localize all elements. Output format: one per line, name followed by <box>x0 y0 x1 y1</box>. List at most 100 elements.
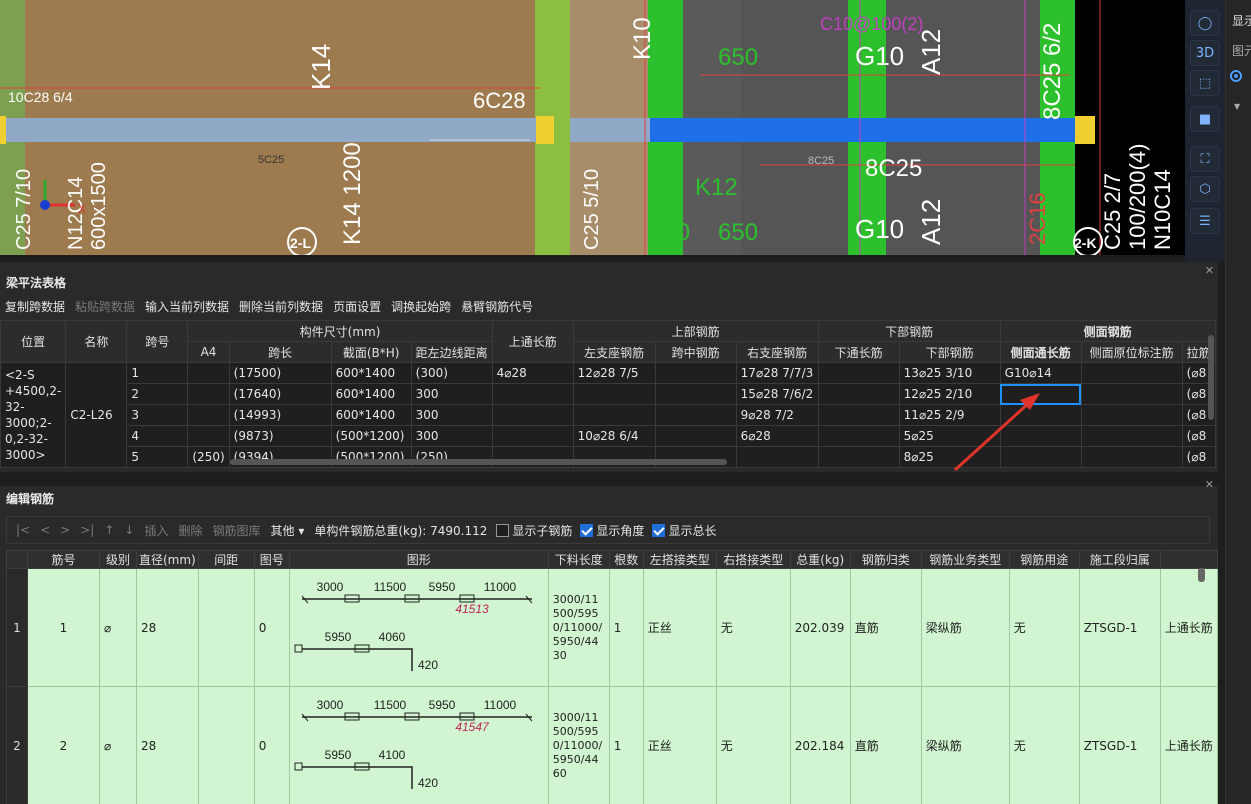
display-radio[interactable] <box>1230 70 1242 82</box>
page-setup-button[interactable]: 页面设置 <box>328 298 386 316</box>
name-cell[interactable]: C2-L26 <box>65 362 128 468</box>
col-bottom-through[interactable]: 下通长筋 <box>817 341 900 363</box>
paste-span-button[interactable]: 粘贴跨数据 <box>70 298 140 316</box>
cell-top-through[interactable] <box>491 404 574 426</box>
cell-side-local[interactable] <box>1080 362 1183 384</box>
delete-column-button[interactable]: 删除当前列数据 <box>234 298 328 316</box>
move-down-button[interactable]: ↓ <box>119 523 139 537</box>
rebar-col-header[interactable]: 钢筋用途 <box>1008 550 1080 569</box>
cell-a4[interactable]: (250) <box>187 446 230 468</box>
rebar-col-header[interactable]: 直径(mm) <box>136 550 199 569</box>
cell-side-local[interactable] <box>1080 404 1183 426</box>
cell-bottom[interactable]: 13⌀25 3/10 <box>898 362 1001 384</box>
vertical-scrollbar[interactable] <box>1198 568 1205 582</box>
first-button[interactable]: |< <box>11 523 35 537</box>
row-number[interactable]: 2 <box>6 686 28 804</box>
cell-a4[interactable] <box>187 362 230 384</box>
checkbox-box[interactable] <box>652 523 666 537</box>
cell-side-through[interactable] <box>999 383 1082 405</box>
cell-span-len[interactable]: (17640) <box>228 383 332 405</box>
cell-bottom-through[interactable] <box>817 446 900 468</box>
rebar-col-header[interactable]: 图形 <box>288 550 549 569</box>
col-name[interactable]: 名称 <box>65 320 128 363</box>
cell-usage[interactable]: 无 <box>1008 568 1080 687</box>
rebar-library-button[interactable]: 钢筋图库 <box>208 522 266 539</box>
cell-stage[interactable]: ZTSGD-1 <box>1078 568 1161 687</box>
cell-right-lap[interactable]: 无 <box>715 568 791 687</box>
cell-business-type[interactable]: 梁纵筋 <box>920 686 1010 804</box>
other-dropdown[interactable]: 其他 ▾ <box>266 522 310 539</box>
vertical-scrollbar[interactable] <box>1208 335 1214 420</box>
cell-shape[interactable]: 3000 11500 5950 11000 41513 5950 4060 420 <box>288 568 549 687</box>
cell-side-through[interactable] <box>999 446 1082 468</box>
cell-left-support[interactable]: 12⌀28 7/5 <box>572 362 656 384</box>
close-icon[interactable]: ✕ <box>1205 264 1214 277</box>
cell-side-through[interactable]: G10⌀14 <box>999 362 1082 384</box>
span-cell[interactable]: 2 <box>126 383 189 405</box>
cell-right-lap[interactable]: 无 <box>715 686 791 804</box>
row-number[interactable]: 1 <box>6 568 28 687</box>
rebar-col-header[interactable]: 筋号 <box>27 550 100 569</box>
rebar-col-header[interactable]: 级别 <box>99 550 137 569</box>
cell-side-local[interactable] <box>1080 425 1183 447</box>
cell-right-support[interactable]: 9⌀28 7/2 <box>735 404 819 426</box>
beam-span-row[interactable]: 3 (14993) 600*1400 300 9⌀28 7/2 11⌀25 2/9 (⌀8 <box>1 404 1216 426</box>
cad-viewport[interactable]: 10C28 6/4 K14 6C28 G10 G10 A12 A12 8C25 … <box>0 0 1185 255</box>
cell-stage[interactable]: ZTSGD-1 <box>1078 686 1161 804</box>
cell-a4[interactable] <box>187 383 230 405</box>
cell-span-len[interactable]: (17500) <box>228 362 332 384</box>
last-button[interactable]: >| <box>75 523 99 537</box>
hexagon-cube-icon[interactable]: ⬡ <box>1190 176 1220 202</box>
cell-class[interactable]: 直筋 <box>849 686 922 804</box>
cell-mid[interactable] <box>654 404 737 426</box>
rebar-col-header[interactable]: 钢筋业务类型 <box>920 550 1010 569</box>
cell-grade[interactable]: ⌀ <box>99 686 137 804</box>
cell-top-through[interactable] <box>491 383 574 405</box>
show-total-length-checkbox[interactable]: 显示总长 <box>648 522 720 539</box>
cell-count[interactable]: 1 <box>608 686 644 804</box>
input-column-button[interactable]: 输入当前列数据 <box>140 298 234 316</box>
cell-section[interactable]: 600*1400 <box>330 383 412 405</box>
beam-span-row[interactable]: 4 (9873) (500*1200) 300 10⌀28 6/4 6⌀28 5⌀25 (⌀8 <box>1 425 1216 447</box>
cell-a4[interactable] <box>187 404 230 426</box>
col-bottom-bar[interactable]: 下部钢筋 <box>898 341 1001 363</box>
cell-mid[interactable] <box>654 362 737 384</box>
cell-weight[interactable]: 202.184 <box>789 686 851 804</box>
position-cell[interactable]: <2-S +4500,2-32-3000;2-0,2-32-3000> <box>0 362 67 468</box>
cell-left-dist[interactable]: 300 <box>410 425 493 447</box>
rebar-col-header[interactable] <box>6 550 28 569</box>
cell-side-local[interactable] <box>1080 383 1183 405</box>
cell-right-support[interactable] <box>735 446 819 468</box>
col-span-len[interactable]: 跨长 <box>228 341 332 363</box>
rebar-col-header[interactable]: 图号 <box>253 550 290 569</box>
rebar-col-header[interactable]: 根数 <box>608 550 644 569</box>
cell-bottom[interactable]: 5⌀25 <box>898 425 1001 447</box>
cell-bottom-through[interactable] <box>817 383 900 405</box>
cell-business-type[interactable]: 梁纵筋 <box>920 568 1010 687</box>
checkbox-box[interactable] <box>496 523 510 537</box>
cell-top-through[interactable]: 4⌀28 <box>491 362 574 384</box>
cell-left-dist[interactable]: 300 <box>410 383 493 405</box>
rebar-col-header[interactable] <box>1159 550 1218 569</box>
cell-left-support[interactable]: 10⌀28 6/4 <box>572 425 656 447</box>
cell-extra[interactable]: 上通长筋 <box>1159 568 1218 687</box>
rebar-col-header[interactable]: 施工段归属 <box>1078 550 1161 569</box>
insert-button[interactable]: 插入 <box>139 522 173 539</box>
col-position[interactable]: 位置 <box>0 320 67 363</box>
move-up-button[interactable]: ↑ <box>99 523 119 537</box>
cell-a4[interactable] <box>187 425 230 447</box>
beam-span-row[interactable]: 2 (17640) 600*1400 300 15⌀28 7/6/2 12⌀25 2/10… <box>1 383 1216 405</box>
span-cell[interactable]: 4 <box>126 425 189 447</box>
cell-side-through[interactable] <box>999 425 1082 447</box>
cell-side-through[interactable] <box>999 404 1082 426</box>
span-cell[interactable]: 3 <box>126 404 189 426</box>
cell-left-lap[interactable]: 正丝 <box>642 568 717 687</box>
cell-bottom[interactable]: 11⌀25 2/9 <box>898 404 1001 426</box>
cell-top-through[interactable] <box>491 425 574 447</box>
col-span[interactable]: 跨号 <box>126 320 189 363</box>
cell-bottom-through[interactable] <box>817 425 900 447</box>
cell-weight[interactable]: 202.039 <box>789 568 851 687</box>
cell-right-support[interactable]: 15⌀28 7/6/2 <box>735 383 819 405</box>
col-a4[interactable]: A4 <box>187 341 230 363</box>
rebar-row[interactable]: 1 1 ⌀ 28 0 3000 11500 5950 11000 41513 5950 4060 420… <box>6 568 1218 687</box>
